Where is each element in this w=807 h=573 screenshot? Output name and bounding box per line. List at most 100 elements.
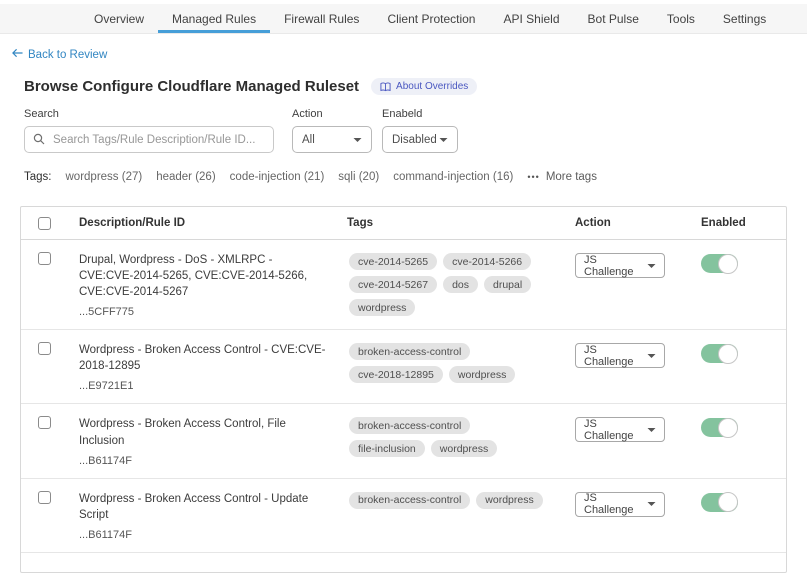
back-to-review-link[interactable]: Back to Review	[12, 48, 107, 61]
enabled-filter-group: Enabeld Disabled	[382, 108, 458, 153]
tag-pill[interactable]: cve-2014-5265	[349, 253, 437, 270]
enabled-toggle[interactable]	[701, 418, 738, 437]
toggle-knob	[718, 492, 738, 512]
action-filter-label: Action	[292, 108, 372, 120]
tag-pill[interactable]: cve-2018-12895	[349, 366, 443, 383]
rule-tags: cve-2014-5265 cve-2014-5266 cve-2014-5267 d…	[347, 252, 575, 318]
rule-id: ...B61174F	[79, 455, 347, 467]
enabled-toggle[interactable]	[701, 254, 738, 273]
tags-bar: Tags: wordpress (27) header (26) code-inje…	[24, 171, 807, 183]
column-header-description: Description/Rule ID	[79, 217, 347, 229]
tab-overview[interactable]: Overview	[80, 4, 158, 33]
action-filter-dropdown[interactable]: All	[292, 126, 372, 153]
enabled-toggle[interactable]	[701, 344, 738, 363]
page-header: Browse Configure Cloudflare Managed Rule…	[24, 78, 807, 95]
tag-pill[interactable]: wordpress	[476, 492, 542, 509]
tag-pill[interactable]: wordpress	[449, 366, 515, 383]
select-all-checkbox[interactable]	[38, 217, 51, 230]
rule-description: Drupal, Wordpress - DoS - XMLRPC - CVE:C…	[79, 252, 347, 300]
table-row: Wordpress - Broken Access Control - Upda…	[21, 478, 786, 552]
column-header-action: Action	[575, 217, 693, 229]
tab-firewall-rules[interactable]: Firewall Rules	[270, 4, 373, 33]
about-overrides-label: About Overrides	[396, 81, 468, 92]
enabled-filter-dropdown[interactable]: Disabled	[382, 126, 458, 153]
tag-pill[interactable]: cve-2014-5266	[443, 253, 531, 270]
tag-filter-link[interactable]: command-injection (16)	[393, 171, 513, 183]
action-dropdown[interactable]: JS Challenge	[575, 417, 665, 442]
search-group: Search	[24, 108, 274, 153]
tags-bar-label: Tags:	[24, 171, 52, 183]
action-dropdown-value: JS Challenge	[584, 418, 647, 442]
table-row: Drupal, Wordpress - DoS - XMLRPC - CVE:C…	[21, 240, 786, 329]
tag-filter-link[interactable]: sqli (20)	[338, 171, 379, 183]
back-link-label: Back to Review	[28, 49, 107, 61]
toggle-knob	[718, 418, 738, 438]
tag-pill[interactable]: file-inclusion	[349, 440, 425, 457]
chevron-down-icon	[647, 427, 656, 433]
tab-settings[interactable]: Settings	[709, 4, 780, 33]
tab-tools[interactable]: Tools	[653, 4, 709, 33]
rule-description: Wordpress - Broken Access Control - Upda…	[79, 491, 347, 523]
more-tags-link[interactable]: ••• More tags	[527, 171, 597, 183]
tag-pill[interactable]: cve-2014-5267	[349, 276, 437, 293]
chevron-down-icon	[353, 137, 362, 143]
filter-bar: Search Action All Enabeld Disabled	[24, 108, 807, 153]
enabled-toggle[interactable]	[701, 493, 738, 512]
action-filter-group: Action All	[292, 108, 372, 153]
chevron-down-icon	[647, 353, 656, 359]
chevron-down-icon	[439, 137, 448, 143]
rules-table: Description/Rule ID Tags Action Enabled …	[20, 206, 787, 573]
tag-filter-link[interactable]: code-injection (21)	[230, 171, 325, 183]
table-header-row: Description/Rule ID Tags Action Enabled	[21, 207, 786, 240]
tag-pill[interactable]: drupal	[484, 276, 531, 293]
tag-pill[interactable]: wordpress	[431, 440, 497, 457]
arrow-left-icon	[12, 48, 23, 61]
top-navigation: OverviewManaged RulesFirewall RulesClien…	[0, 4, 807, 34]
enabled-filter-value: Disabled	[392, 134, 437, 146]
chevron-down-icon	[647, 263, 656, 269]
action-dropdown-value: JS Challenge	[584, 344, 647, 368]
page-title: Browse Configure Cloudflare Managed Rule…	[24, 78, 359, 95]
action-filter-value: All	[302, 134, 315, 146]
action-dropdown-value: JS Challenge	[584, 492, 647, 516]
more-tags-label: More tags	[546, 171, 597, 183]
tag-pill[interactable]: broken-access-control	[349, 492, 470, 509]
row-checkbox[interactable]	[38, 491, 51, 504]
book-icon	[380, 82, 391, 92]
action-dropdown-value: JS Challenge	[584, 254, 647, 278]
toggle-knob	[718, 344, 738, 364]
tag-filter-link[interactable]: wordpress (27)	[66, 171, 143, 183]
row-checkbox[interactable]	[38, 342, 51, 355]
tab-managed-rules[interactable]: Managed Rules	[158, 4, 270, 33]
tag-pill[interactable]: dos	[443, 276, 478, 293]
table-row-partial	[21, 552, 786, 572]
tag-filter-link[interactable]: header (26)	[156, 171, 215, 183]
tag-pill[interactable]: wordpress	[349, 299, 415, 316]
search-icon	[33, 133, 45, 145]
action-dropdown[interactable]: JS Challenge	[575, 492, 665, 517]
toggle-knob	[718, 254, 738, 274]
rule-description: Wordpress - Broken Access Control, File …	[79, 416, 347, 448]
tab-bot-pulse[interactable]: Bot Pulse	[574, 4, 653, 33]
about-overrides-badge[interactable]: About Overrides	[371, 78, 477, 95]
rule-id: ...5CFF775	[79, 306, 347, 318]
rule-id: ...E9721E1	[79, 380, 347, 392]
rule-id: ...B61174F	[79, 529, 347, 541]
table-row: Wordpress - Broken Access Control - CVE:…	[21, 329, 786, 403]
rule-tags: broken-access-control cve-2018-12895 wordp…	[347, 342, 575, 392]
tab-client-protection[interactable]: Client Protection	[373, 4, 489, 33]
tag-pill[interactable]: broken-access-control	[349, 417, 470, 434]
rule-tags: broken-access-control file-inclusion wordp…	[347, 416, 575, 466]
action-dropdown[interactable]: JS Challenge	[575, 343, 665, 368]
rule-description: Wordpress - Broken Access Control - CVE:…	[79, 342, 347, 374]
chevron-down-icon	[647, 501, 656, 507]
search-label: Search	[24, 108, 274, 120]
tag-pill[interactable]: broken-access-control	[349, 343, 470, 360]
rule-tags: broken-access-control wordpress	[347, 491, 575, 541]
row-checkbox[interactable]	[38, 252, 51, 265]
tab-api-shield[interactable]: API Shield	[489, 4, 573, 33]
column-header-tags: Tags	[347, 217, 575, 229]
search-input[interactable]	[24, 126, 274, 153]
action-dropdown[interactable]: JS Challenge	[575, 253, 665, 278]
row-checkbox[interactable]	[38, 416, 51, 429]
